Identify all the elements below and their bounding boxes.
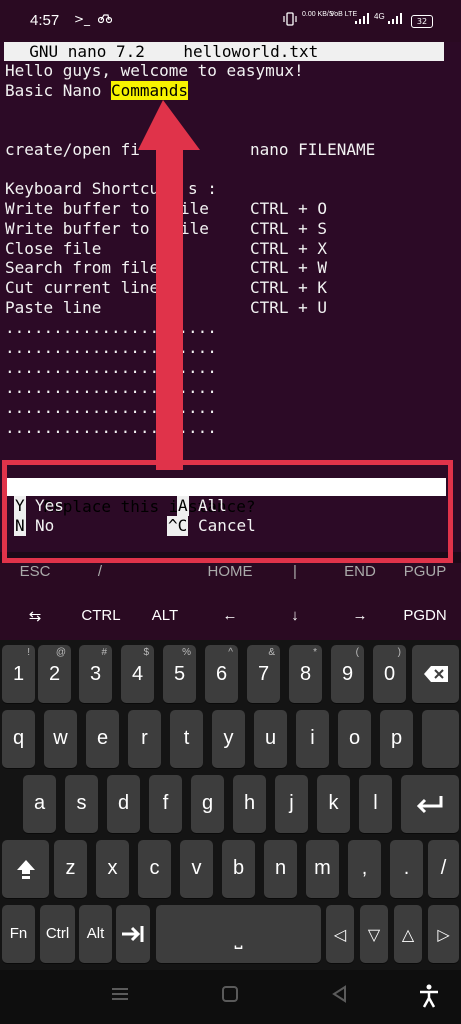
key-y[interactable]: y (212, 710, 245, 768)
key-c[interactable]: c (138, 840, 171, 898)
ctrl-key[interactable]: Ctrl (40, 905, 75, 963)
key-t[interactable]: t (170, 710, 203, 768)
key-4[interactable]: $4 (121, 645, 154, 703)
key-v[interactable]: v (180, 840, 213, 898)
soft-keyboard: ! 1 @2 #3 $4 % 5 ^ 6 & 7 * 8 (9 ) 0 q w e r t … (0, 640, 461, 970)
backspace-key[interactable] (412, 645, 459, 703)
key-o[interactable]: o (338, 710, 371, 768)
key-p[interactable]: p (380, 710, 413, 768)
key-m[interactable]: m (306, 840, 339, 898)
key-z[interactable]: z (54, 840, 87, 898)
key-blank[interactable] (422, 710, 459, 768)
key-f[interactable]: f (149, 775, 182, 833)
menu-icon[interactable] (110, 984, 130, 1004)
key-1[interactable]: ! 1 (2, 645, 35, 703)
space-key[interactable]: ⎵ (156, 905, 321, 963)
key-x[interactable]: x (96, 840, 129, 898)
key-k[interactable]: k (317, 775, 350, 833)
key-a[interactable]: a (23, 775, 56, 833)
key-comma[interactable]: , (348, 840, 381, 898)
arrow-up-key[interactable]: △ (394, 905, 422, 963)
key-r[interactable]: r (128, 710, 161, 768)
enter-key[interactable] (401, 775, 459, 833)
key-8[interactable]: * 8 (289, 645, 322, 703)
key-w[interactable]: w (44, 710, 77, 768)
shift-icon (17, 860, 35, 879)
system-nav-bar (0, 970, 461, 1024)
key-slash[interactable]: / (428, 840, 459, 898)
key-s[interactable]: s (65, 775, 98, 833)
key-e[interactable]: e (86, 710, 119, 768)
key-9[interactable]: (9 (331, 645, 364, 703)
shift-key[interactable] (2, 840, 49, 898)
arrow-left-key[interactable]: ◁ (326, 905, 354, 963)
tab-icon (122, 926, 144, 942)
key-5[interactable]: % 5 (163, 645, 196, 703)
accessibility-icon[interactable] (418, 984, 440, 1008)
fn-key[interactable]: Fn (2, 905, 35, 963)
key-g[interactable]: g (191, 775, 224, 833)
key-j[interactable]: j (275, 775, 308, 833)
key-i[interactable]: i (296, 710, 329, 768)
key-3[interactable]: #3 (79, 645, 112, 703)
key-u[interactable]: u (254, 710, 287, 768)
key-l[interactable]: l (359, 775, 392, 833)
back-icon[interactable] (330, 984, 350, 1004)
key-2[interactable]: @2 (38, 645, 71, 703)
key-0[interactable]: ) 0 (373, 645, 406, 703)
key-n[interactable]: n (264, 840, 297, 898)
alt-key[interactable]: Alt (79, 905, 112, 963)
backspace-icon (424, 666, 448, 682)
arrow-down-key[interactable]: ▽ (360, 905, 388, 963)
key-period[interactable]: . (390, 840, 423, 898)
key-q[interactable]: q (2, 710, 35, 768)
tab-key[interactable] (116, 905, 150, 963)
home-icon[interactable] (220, 984, 240, 1004)
arrow-right-key[interactable]: ▷ (428, 905, 459, 963)
key-7[interactable]: & 7 (247, 645, 280, 703)
key-h[interactable]: h (233, 775, 266, 833)
key-d[interactable]: d (107, 775, 140, 833)
key-6[interactable]: ^ 6 (205, 645, 238, 703)
enter-icon (416, 796, 443, 814)
key-b[interactable]: b (222, 840, 255, 898)
